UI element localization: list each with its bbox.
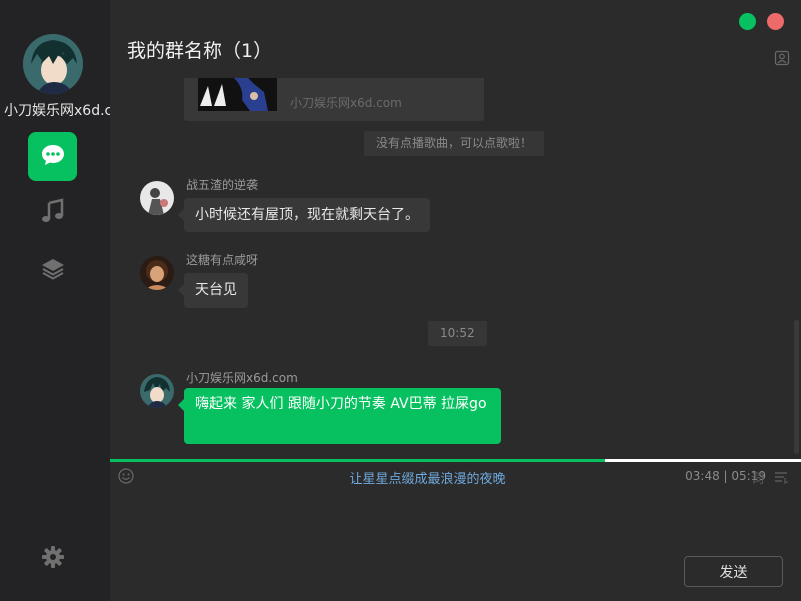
music-note-icon <box>40 197 66 228</box>
playlist-icon <box>774 469 788 488</box>
system-notice: 没有点播歌曲，可以点歌啦！ <box>364 131 545 156</box>
message-bubble[interactable]: 小时候还有屋顶，现在就剩天台了。 <box>178 198 430 232</box>
chat-bubble-icon <box>40 143 66 171</box>
message-bubble[interactable]: 天台见 <box>178 273 248 308</box>
sidebar: 小刀娱乐网x6d.c <box>0 0 110 601</box>
page-title: 我的群名称（1） <box>127 40 273 62</box>
media-card[interactable]: 小刀娱乐网x6d.com <box>184 78 484 121</box>
music-player: 让星星点缀成最浪漫的夜晚 03:48 | 05:19 词 <box>110 462 801 490</box>
send-button[interactable]: 发送 <box>684 556 783 587</box>
sender-name: 这糖有点咸呀 <box>186 253 259 267</box>
close-button[interactable] <box>767 13 784 30</box>
music-nav-button[interactable] <box>28 188 77 237</box>
maximize-button[interactable] <box>739 13 756 30</box>
message-input[interactable] <box>110 490 801 550</box>
message-bubble[interactable]: 嗨起来 家人们 跟随小刀的节奏 AV巴蒂 拉屎go <box>178 388 501 444</box>
timestamp: 10:52 <box>428 321 487 346</box>
member-list-button[interactable] <box>774 50 790 66</box>
avatar[interactable] <box>140 374 174 408</box>
chat-panel: 我的群名称（1） 小刀娱乐网x6d.com 没有点播歌曲，可以点歌啦！ 战五渣的… <box>110 0 801 601</box>
gear-icon <box>41 546 65 573</box>
sender-name: 战五渣的逆袭 <box>186 178 259 192</box>
settings-button[interactable] <box>41 545 65 569</box>
chat-nav-button[interactable] <box>28 132 77 181</box>
playlist-button[interactable] <box>774 469 788 485</box>
user-avatar[interactable] <box>23 34 83 94</box>
media-card-text: 小刀娱乐网x6d.com <box>290 96 402 110</box>
media-thumbnail <box>198 78 277 111</box>
sender-name: 小刀娱乐网x6d.com <box>186 371 298 385</box>
scrollbar[interactable] <box>794 320 799 454</box>
lyrics-toggle-button[interactable]: 词 <box>751 468 764 487</box>
user-name: 小刀娱乐网x6d.c <box>4 103 110 119</box>
message-list[interactable]: 小刀娱乐网x6d.com 没有点播歌曲，可以点歌啦！ 战五渣的逆袭 小时候还有屋… <box>110 78 801 460</box>
avatar[interactable] <box>140 181 174 215</box>
avatar[interactable] <box>140 256 174 290</box>
contact-card-icon <box>774 50 790 70</box>
layers-nav-button[interactable] <box>28 246 77 295</box>
layers-icon <box>40 256 66 286</box>
current-lyric: 让星星点缀成最浪漫的夜晚 <box>349 472 506 487</box>
